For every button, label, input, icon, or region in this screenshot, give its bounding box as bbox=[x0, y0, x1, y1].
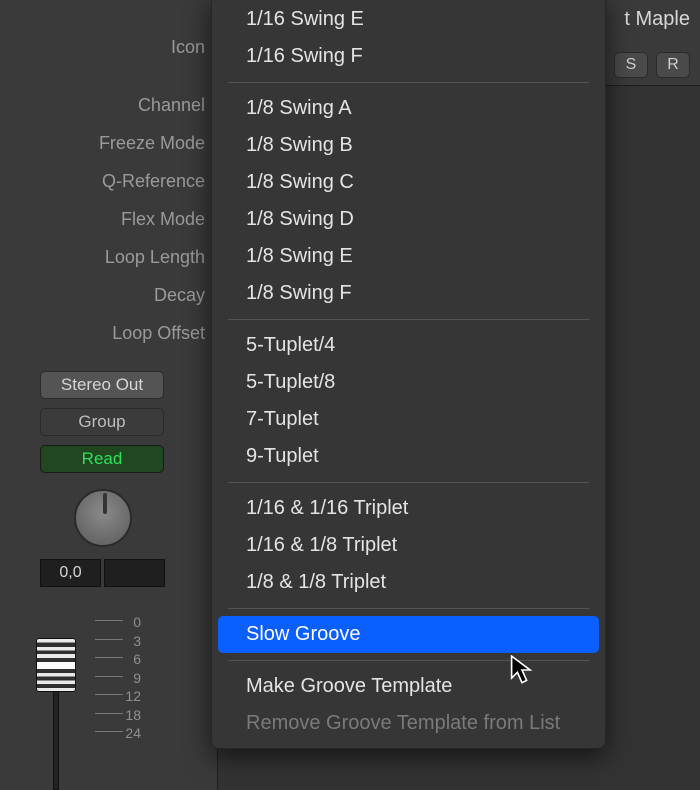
menu-item-swing[interactable]: 1/8 Swing B bbox=[218, 127, 599, 164]
label-loop-length: Loop Length bbox=[105, 247, 205, 268]
menu-separator bbox=[228, 319, 589, 320]
track-name-label: t Maple bbox=[624, 8, 690, 31]
menu-separator bbox=[228, 82, 589, 83]
menu-item-make-groove-template[interactable]: Make Groove Template bbox=[218, 668, 599, 705]
menu-item-tuplet[interactable]: 7-Tuplet bbox=[218, 401, 599, 438]
menu-item-triplet[interactable]: 1/8 & 1/8 Triplet bbox=[218, 564, 599, 601]
menu-item-triplet[interactable]: 1/16 & 1/16 Triplet bbox=[218, 490, 599, 527]
menu-item-tuplet[interactable]: 5-Tuplet/8 bbox=[218, 364, 599, 401]
menu-item-swing[interactable]: 1/8 Swing A bbox=[218, 90, 599, 127]
menu-separator bbox=[228, 660, 589, 661]
label-loop-offset: Loop Offset bbox=[112, 323, 205, 344]
menu-item-swing[interactable]: 1/8 Swing C bbox=[218, 164, 599, 201]
menu-item-slow-groove[interactable]: Slow Groove bbox=[218, 616, 599, 653]
menu-item-swing[interactable]: 1/16 Swing E bbox=[218, 1, 599, 38]
group-selector[interactable]: Group bbox=[40, 408, 164, 436]
quantize-menu: 1/16 Swing E 1/16 Swing F 1/8 Swing A 1/… bbox=[211, 0, 606, 749]
label-flex-mode: Flex Mode bbox=[121, 209, 205, 230]
automation-mode-selector[interactable]: Read bbox=[40, 445, 164, 473]
menu-item-triplet[interactable]: 1/16 & 1/8 Triplet bbox=[218, 527, 599, 564]
db-ruler: 0 3 6 9 12 18 24 bbox=[95, 613, 145, 773]
menu-item-tuplet[interactable]: 9-Tuplet bbox=[218, 438, 599, 475]
label-freeze-mode: Freeze Mode bbox=[99, 133, 205, 154]
menu-item-swing[interactable]: 1/8 Swing E bbox=[218, 238, 599, 275]
pan-value-display[interactable]: 0,0 bbox=[40, 559, 101, 587]
record-enable-button[interactable]: R bbox=[656, 52, 690, 78]
ruler-numbers: 0 3 6 9 12 18 24 bbox=[125, 613, 141, 743]
label-channel: Channel bbox=[138, 95, 205, 116]
menu-item-swing[interactable]: 1/8 Swing D bbox=[218, 201, 599, 238]
label-icon: Icon bbox=[171, 37, 205, 58]
pan-value-display-2[interactable] bbox=[104, 559, 165, 587]
menu-separator bbox=[228, 482, 589, 483]
ruler-ticks bbox=[95, 620, 123, 770]
menu-item-swing[interactable]: 1/16 Swing F bbox=[218, 38, 599, 75]
menu-item-tuplet[interactable]: 5-Tuplet/4 bbox=[218, 327, 599, 364]
pan-knob[interactable] bbox=[74, 489, 132, 547]
menu-item-remove-groove-template: Remove Groove Template from List bbox=[218, 705, 599, 742]
label-q-reference: Q-Reference bbox=[102, 171, 205, 192]
menu-separator bbox=[228, 608, 589, 609]
volume-fader[interactable] bbox=[36, 638, 76, 692]
track-inspector-panel: Icon Channel Freeze Mode Q-Reference Fle… bbox=[0, 0, 218, 790]
label-decay: Decay bbox=[154, 285, 205, 306]
output-selector[interactable]: Stereo Out bbox=[40, 371, 164, 399]
solo-button[interactable]: S bbox=[614, 52, 648, 78]
menu-item-swing[interactable]: 1/8 Swing F bbox=[218, 275, 599, 312]
